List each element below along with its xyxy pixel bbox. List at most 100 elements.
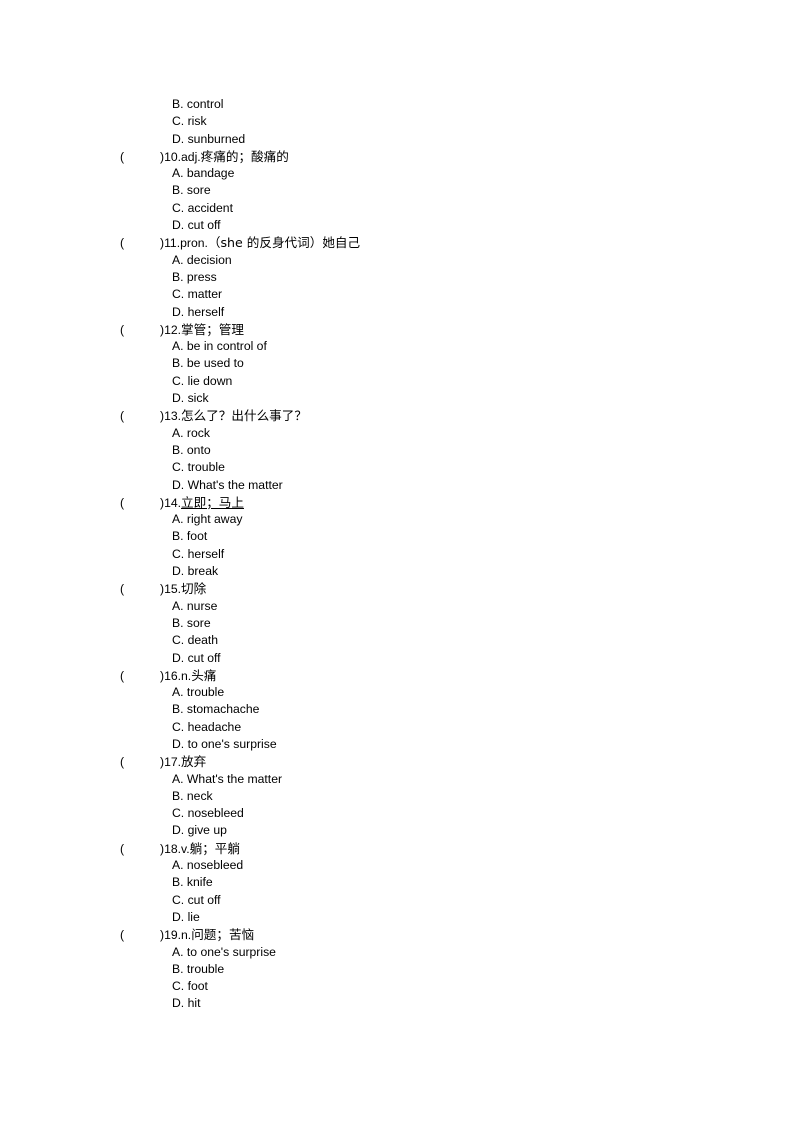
question-prompt: 放弃: [181, 754, 207, 770]
answer-blank-open-paren[interactable]: (: [120, 841, 160, 858]
option-row[interactable]: A. nosebleed: [0, 857, 794, 874]
option-row[interactable]: B. onto: [0, 442, 794, 459]
option-row[interactable]: D. hit: [0, 995, 794, 1012]
question-header[interactable]: ()15.切除: [0, 580, 794, 597]
option-row[interactable]: B. neck: [0, 788, 794, 805]
question-prompt: 掌管；管理: [181, 321, 244, 337]
option-row[interactable]: D. lie: [0, 909, 794, 926]
answer-blank-open-paren[interactable]: (: [120, 581, 160, 598]
option-row[interactable]: C. trouble: [0, 459, 794, 476]
option-row[interactable]: A. right away: [0, 511, 794, 528]
option-row[interactable]: D. break: [0, 563, 794, 580]
option-text: cut off: [187, 218, 221, 233]
option-text: cut off: [187, 892, 221, 907]
part-of-speech: adj.: [181, 149, 201, 164]
option-text: sunburned: [187, 131, 246, 146]
option-row[interactable]: B. be used to: [0, 355, 794, 372]
part-of-speech: n.: [181, 928, 192, 943]
option-row[interactable]: B. knife: [0, 874, 794, 891]
option-row[interactable]: B. press: [0, 269, 794, 286]
option-row[interactable]: A. bandage: [0, 165, 794, 182]
option-row[interactable]: D. give up: [0, 822, 794, 839]
option-label: A.: [172, 252, 184, 267]
question-prompt: 怎么了？出什么事了？: [181, 408, 307, 424]
answer-blank-open-paren[interactable]: (: [120, 235, 160, 252]
option-text: nurse: [186, 598, 218, 613]
option-row[interactable]: A. decision: [0, 252, 794, 269]
option-row[interactable]: C. cut off: [0, 892, 794, 909]
option-row[interactable]: C. lie down: [0, 373, 794, 390]
option-row[interactable]: D. sick: [0, 390, 794, 407]
option-row[interactable]: D. herself: [0, 304, 794, 321]
option-row[interactable]: D. cut off: [0, 650, 794, 667]
option-text: neck: [186, 788, 213, 803]
answer-blank-open-paren[interactable]: (: [120, 754, 160, 771]
option-row[interactable]: B. foot: [0, 528, 794, 545]
option-row[interactable]: B. sore: [0, 182, 794, 199]
option-label: B.: [172, 875, 184, 890]
option-row[interactable]: C. death: [0, 632, 794, 649]
answer-blank-open-paren[interactable]: (: [120, 408, 160, 425]
answer-blank-open-paren[interactable]: (: [120, 322, 160, 339]
question-prompt: 头痛: [191, 667, 217, 683]
option-label: B.: [172, 788, 184, 803]
question-header[interactable]: ()17.放弃: [0, 753, 794, 770]
option-text: sore: [186, 615, 211, 630]
option-row[interactable]: A. rock: [0, 425, 794, 442]
option-label: D.: [172, 391, 185, 406]
option-row[interactable]: A. to one's surprise: [0, 944, 794, 961]
option-row[interactable]: A. What's the matter: [0, 771, 794, 788]
option-row[interactable]: C. risk: [0, 113, 794, 130]
answer-blank-open-paren[interactable]: (: [120, 927, 160, 944]
option-row[interactable]: C. matter: [0, 286, 794, 303]
option-text: give up: [187, 823, 227, 838]
option-label: B.: [172, 615, 184, 630]
option-label: C.: [172, 979, 185, 994]
option-row[interactable]: A. be in control of: [0, 338, 794, 355]
question-prompt: 疼痛的；酸痛的: [200, 148, 289, 164]
option-row[interactable]: C. herself: [0, 546, 794, 563]
question-header[interactable]: ()11.pron.（she 的反身代词）她自己: [0, 234, 794, 251]
option-text: break: [187, 564, 219, 579]
option-row[interactable]: D. cut off: [0, 217, 794, 234]
answer-blank-open-paren[interactable]: (: [120, 149, 160, 166]
question-number: 18.: [164, 841, 182, 856]
question-header[interactable]: ()16.n.头痛: [0, 667, 794, 684]
option-text: trouble: [186, 961, 225, 976]
question-prompt: 躺；平躺: [189, 840, 240, 856]
option-row[interactable]: D. to one's surprise: [0, 736, 794, 753]
question-number: 16.: [164, 668, 182, 683]
option-text: trouble: [186, 685, 225, 700]
answer-blank-open-paren[interactable]: (: [120, 495, 160, 512]
option-row[interactable]: B. trouble: [0, 961, 794, 978]
option-text: matter: [187, 287, 223, 302]
option-text: be in control of: [186, 339, 267, 354]
option-text: be used to: [186, 356, 244, 371]
option-row[interactable]: A. nurse: [0, 598, 794, 615]
option-label: D.: [172, 823, 185, 838]
option-row[interactable]: C. accident: [0, 200, 794, 217]
question-header[interactable]: ()19.n.问题；苦恼: [0, 926, 794, 943]
question-header[interactable]: ()10.adj.疼痛的；酸痛的: [0, 148, 794, 165]
option-label: B.: [172, 442, 184, 457]
question-header[interactable]: ()18.v.躺；平躺: [0, 840, 794, 857]
answer-blank-open-paren[interactable]: (: [120, 668, 160, 685]
option-text: What's the matter: [186, 771, 283, 786]
option-row[interactable]: D. What's the matter: [0, 477, 794, 494]
option-row[interactable]: A. trouble: [0, 684, 794, 701]
question-header[interactable]: ()14.立即；马上: [0, 494, 794, 511]
option-row[interactable]: B. control: [0, 96, 794, 113]
question-number: 10.: [164, 149, 182, 164]
question-header[interactable]: ()12.掌管；管理: [0, 321, 794, 338]
option-row[interactable]: C. foot: [0, 978, 794, 995]
option-label: C.: [172, 719, 185, 734]
option-label: B.: [172, 961, 184, 976]
option-row[interactable]: B. sore: [0, 615, 794, 632]
option-text: nosebleed: [186, 858, 244, 873]
option-row[interactable]: D. sunburned: [0, 131, 794, 148]
question-header[interactable]: ()13.怎么了？出什么事了？: [0, 407, 794, 424]
option-row[interactable]: C. headache: [0, 719, 794, 736]
option-label: D.: [172, 564, 185, 579]
option-row[interactable]: C. nosebleed: [0, 805, 794, 822]
option-row[interactable]: B. stomachache: [0, 701, 794, 718]
